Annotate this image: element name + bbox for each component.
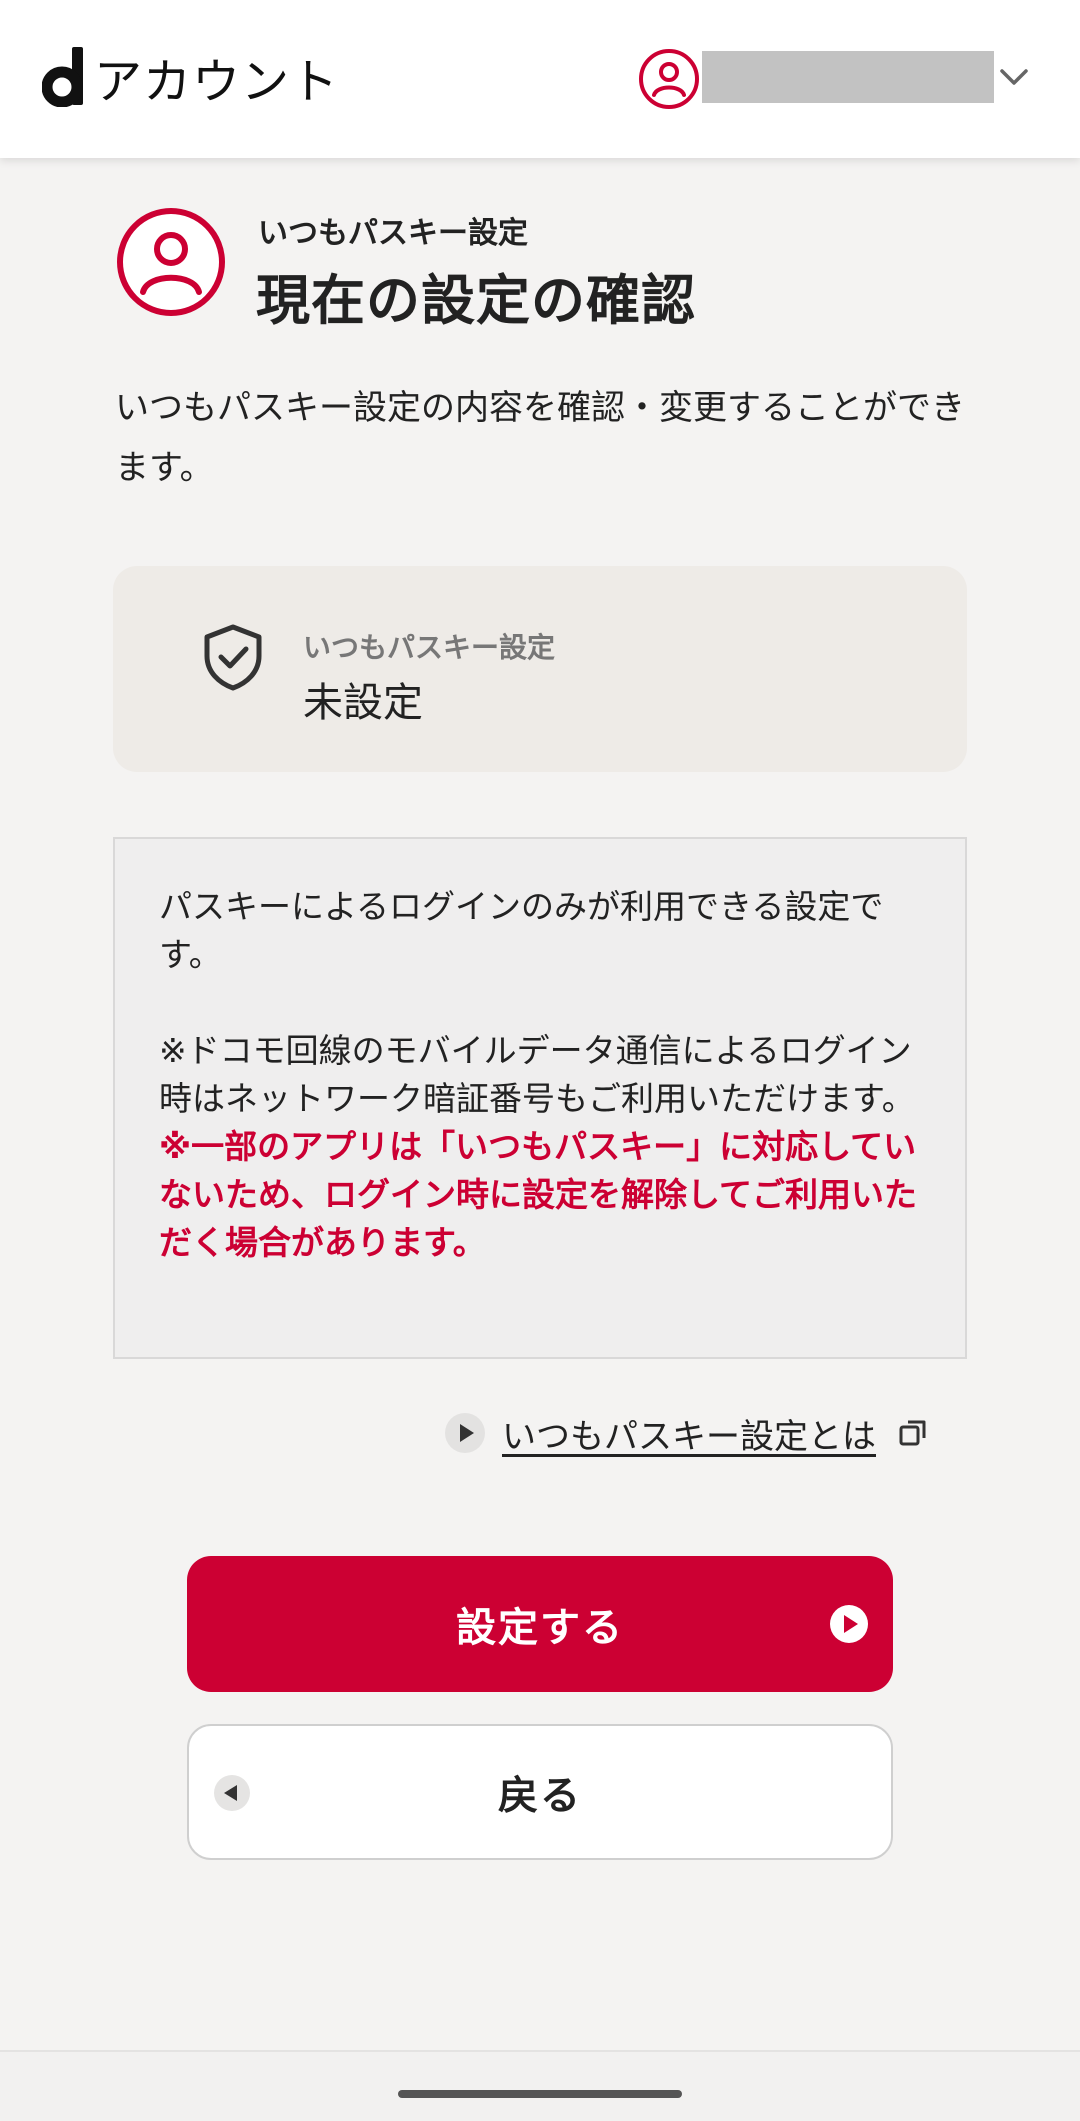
chevron-down-icon[interactable] [996,62,1032,92]
account-name-redacted[interactable] [702,51,994,103]
set-button[interactable]: 設定する [187,1556,893,1692]
shield-check-icon [204,624,262,691]
app-header: アカウント [0,0,1080,158]
about-link[interactable]: いつもパスキー設定とは [444,1408,928,1458]
back-arrow-icon [214,1775,250,1811]
home-indicator[interactable] [398,2090,682,2098]
status-value: 未設定 [303,680,423,726]
info-box: パスキーによるログインのみが利用できる設定です。 ※ドコモ回線のモバイルデータ通… [113,837,967,1359]
set-button-label: 設定する [456,1605,624,1651]
d-logo-icon [42,47,83,107]
page-title: 現在の設定の確認 [256,269,696,332]
info-paragraph: パスキーによるログインのみが利用できる設定です。 [159,887,884,974]
brand[interactable]: アカウント [42,42,339,112]
external-window-icon [899,1420,926,1446]
system-navigation-bar [0,2050,1080,2121]
play-circle-icon [830,1605,868,1643]
brand-name: アカウント [94,54,340,110]
user-circle-icon [117,208,225,316]
back-button[interactable]: 戻る [187,1724,893,1860]
page-subtitle: いつもパスキー設定 [258,216,528,251]
page: アカウント いつもパスキー設定 現在の設定の確認 いつもパスキー設定の内容を確認… [0,0,1080,2121]
status-card: いつもパスキー設定 未設定 [113,566,967,772]
status-label: いつもパスキー設定 [303,631,556,664]
info-warning: ※一部のアプリは「いつもパスキー」に対応していないため、ログイン時に設定を解除し… [159,1127,918,1262]
play-circle-icon [445,1413,485,1453]
page-description: いつもパスキー設定の内容を確認・変更することができます。 [115,388,965,488]
about-link-text[interactable]: いつもパスキー設定とは [502,1409,876,1458]
user-circle-icon[interactable] [638,48,700,110]
info-note: ※ドコモ回線のモバイルデータ通信によるログイン時はネットワーク暗証番号もご利用い… [159,1031,915,1118]
back-button-label: 戻る [498,1773,582,1819]
